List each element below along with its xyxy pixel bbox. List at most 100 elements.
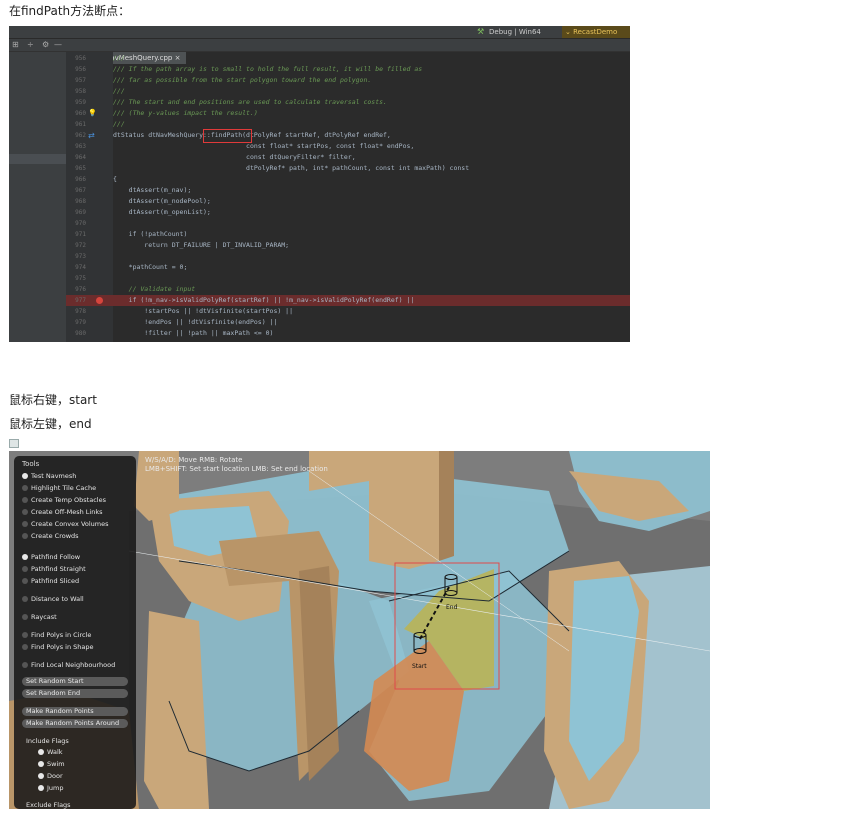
include-flag-checkbox[interactable]: Swim [38, 760, 65, 768]
include-flags-title: Include Flags [26, 737, 69, 745]
code-line[interactable]: { [113, 174, 117, 185]
gear-icon[interactable]: ⚙ [42, 40, 49, 50]
project-panel-selected-row[interactable] [9, 154, 66, 164]
line-number: 978 [75, 308, 86, 315]
line-number: 979 [75, 319, 86, 326]
pathfind-mode-option[interactable]: Raycast [22, 613, 57, 621]
collapse-icon[interactable]: ÷ [27, 40, 34, 50]
code-line[interactable]: // Validate input [113, 284, 196, 295]
radio-icon [22, 596, 28, 602]
random-point-button[interactable]: Make Random Points Around [22, 719, 128, 728]
layout-icon[interactable]: ⊞ [12, 40, 19, 50]
ide-screenshot: ⚒ Debug | Win64 ⌄ RecastDemo ⊞ ÷ ⚙ — Det… [9, 26, 630, 342]
line-number: 975 [75, 275, 86, 282]
controls-hint-line1: W/S/A/D: Move RMB: Rotate [145, 456, 243, 464]
code-line[interactable]: if (!m_nav->isValidPolyRef(startRef) || … [113, 295, 415, 306]
caption-findpath-breakpoint: 在findPath方法断点： [9, 4, 131, 18]
close-icon[interactable]: × [175, 54, 181, 62]
line-number: 958 [75, 88, 86, 95]
code-line[interactable]: !startPos || !dtVisfinite(startPos) || [113, 306, 293, 317]
tool-option[interactable]: Create Off-Mesh Links [22, 508, 102, 516]
flag-label: Door [47, 772, 63, 780]
line-number: 962 [75, 132, 86, 139]
exclude-flags-title: Exclude Flags [26, 801, 71, 809]
code-line[interactable]: return DT_FAILURE | DT_INVALID_PARAM; [113, 240, 289, 251]
code-line[interactable]: /// [113, 119, 125, 130]
minimize-icon[interactable]: — [54, 40, 62, 50]
code-line[interactable]: /// [113, 86, 125, 97]
tools-panel: Tools Test Navmesh Highlight Tile Cache Cr… [14, 456, 136, 809]
findpath-highlight-box [203, 129, 252, 143]
code-line[interactable]: /// [113, 53, 125, 64]
pathfind-mode-option[interactable]: Pathfind Follow [22, 553, 80, 561]
flag-label: Swim [47, 760, 65, 768]
code-line[interactable]: if (!pathCount) [113, 229, 188, 240]
tool-option[interactable]: Test Navmesh [22, 472, 76, 480]
mode-option-label: Find Polys in Shape [31, 643, 94, 651]
breakpoint-icon[interactable] [96, 297, 103, 304]
line-number: 977 [75, 297, 86, 304]
radio-icon [22, 566, 28, 572]
random-point-button[interactable]: Make Random Points [22, 707, 128, 716]
code-line[interactable]: /// (The y-values impact the result.) [113, 108, 258, 119]
pathfind-mode-option[interactable]: Find Polys in Shape [22, 643, 94, 651]
mode-option-label: Pathfind Sliced [31, 577, 80, 585]
code-line[interactable]: /// far as possible from the start polyg… [113, 75, 371, 86]
code-line[interactable]: const float* startPos, const float* endP… [113, 141, 414, 152]
line-number: 964 [75, 154, 86, 161]
mode-option-label: Find Local Neighbourhood [31, 661, 116, 669]
chevron-down-icon: ⌄ [565, 28, 574, 36]
tool-option[interactable]: Create Convex Volumes [22, 520, 109, 528]
line-number: 957 [75, 77, 86, 84]
code-line[interactable]: const dtQueryFilter* filter, [113, 152, 356, 163]
ide-tab-bar: ⊞ ÷ ⚙ — DetourNavMeshQuery.cpp × [9, 39, 630, 64]
run-config-select[interactable]: ⌄ RecastDemo [562, 26, 630, 38]
code-line[interactable]: !filter || !path || maxPath <= 0) [113, 328, 273, 339]
code-line[interactable]: *pathCount = 0; [113, 262, 188, 273]
flag-label: Jump [47, 784, 64, 792]
line-number: 965 [75, 165, 86, 172]
random-point-button[interactable]: Set Random Start [22, 677, 128, 686]
pathfind-mode-option[interactable]: Pathfind Straight [22, 565, 86, 573]
code-line[interactable]: /// If the path array is to small to hol… [113, 64, 422, 75]
include-flag-checkbox[interactable]: Walk [38, 748, 63, 756]
hammer-icon[interactable]: ⚒ [477, 27, 484, 37]
tool-option[interactable]: Create Temp Obstacles [22, 496, 106, 504]
random-point-button[interactable]: Set Random End [22, 689, 128, 698]
pathfind-mode-option[interactable]: Find Local Neighbourhood [22, 661, 115, 669]
line-number: 971 [75, 231, 86, 238]
line-number: 963 [75, 143, 86, 150]
line-number: 970 [75, 220, 86, 227]
include-flag-checkbox[interactable]: Door [38, 772, 63, 780]
code-line[interactable]: dtAssert(m_nodePool); [113, 196, 211, 207]
pathfind-mode-option[interactable]: Pathfind Sliced [22, 577, 79, 585]
tool-option[interactable]: Create Crowds [22, 532, 79, 540]
navigate-declaration-icon[interactable]: ⇄ [88, 130, 95, 141]
code-line[interactable]: dtAssert(m_nav); [113, 185, 192, 196]
lightbulb-icon[interactable]: 💡 [88, 108, 97, 119]
controls-hint-line2: LMB+SHIFT: Set start location LMB: Set e… [145, 465, 328, 473]
tool-option[interactable]: Highlight Tile Cache [22, 484, 96, 492]
recast-demo-viewport[interactable]: Start End W/S/A/D: Move RMB: Rotate LMB+… [9, 451, 710, 809]
mode-option-label: Pathfind Straight [31, 565, 86, 573]
mode-option-label: Find Polys in Circle [31, 631, 92, 639]
radio-icon [22, 497, 28, 503]
debug-config-select[interactable]: Debug | Win64 [489, 27, 541, 37]
run-config-label: RecastDemo [573, 28, 618, 36]
start-label: Start [412, 663, 427, 670]
code-line[interactable]: /// The start and end positions are used… [113, 97, 387, 108]
pathfind-mode-option[interactable]: Find Polys in Circle [22, 631, 91, 639]
checkbox-icon [38, 761, 44, 767]
radio-icon [22, 509, 28, 515]
caption-left-click-end: 鼠标左键，end [9, 417, 92, 431]
line-number: 973 [75, 253, 86, 260]
code-line[interactable]: dtAssert(m_openList); [113, 207, 211, 218]
include-flag-checkbox[interactable]: Jump [38, 784, 64, 792]
line-number: 966 [75, 176, 86, 183]
pathfind-mode-option[interactable]: Distance to Wall [22, 595, 84, 603]
mode-option-label: Distance to Wall [31, 595, 84, 603]
code-line[interactable]: dtPolyRef* path, int* pathCount, const i… [113, 163, 469, 174]
radio-icon [22, 644, 28, 650]
code-line[interactable]: !endPos || !dtVisfinite(endPos) || [113, 317, 277, 328]
line-number: 974 [75, 264, 86, 271]
